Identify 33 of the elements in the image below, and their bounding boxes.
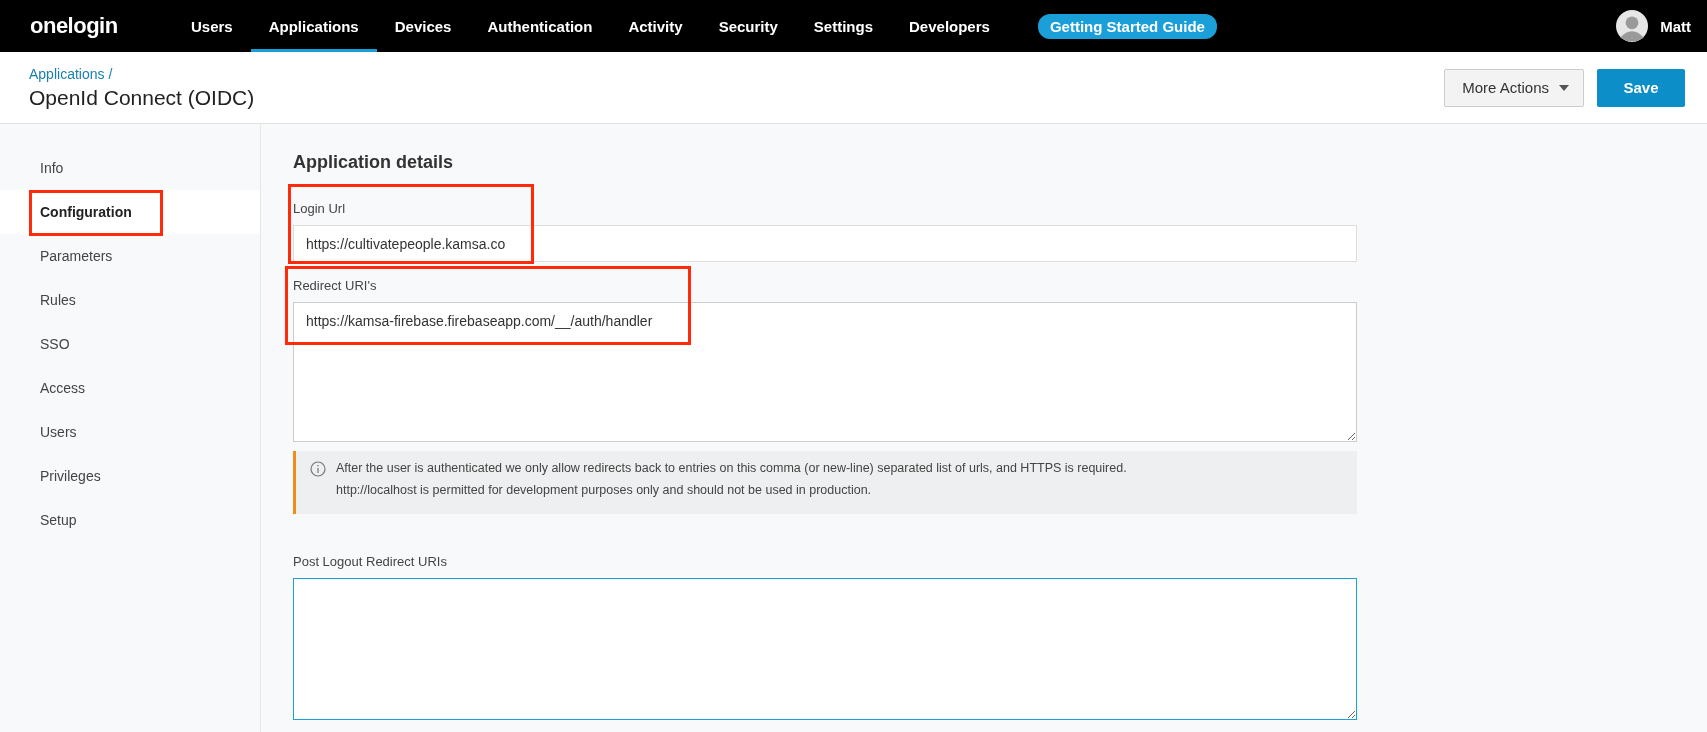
nav-tab[interactable]: Developers — [891, 0, 1008, 52]
note-text: After the user is authenticated we only allow redirects back to entries on this comma (or new-line) separated list of urls, and HTTPS is required. — [336, 461, 1127, 475]
section-title: Application details — [293, 152, 455, 173]
field-label: Redirect URI's — [293, 278, 378, 293]
avatar-icon[interactable] — [1616, 10, 1649, 42]
note-text: http://localhost is permitted for development purposes only and should not be used in production. — [336, 483, 873, 497]
sidebar-item[interactable]: Parameters — [0, 234, 260, 278]
caret-icon — [1559, 84, 1569, 91]
more-actions-button[interactable]: More Actions — [1444, 68, 1584, 107]
nav-tab[interactable]: Activity — [610, 0, 701, 52]
user-name[interactable]: Matt — [1660, 17, 1691, 35]
logo[interactable]: onelogin — [30, 13, 173, 39]
nav-tab[interactable]: Users — [173, 0, 251, 52]
nav-tab[interactable]: Settings — [795, 0, 891, 52]
sidebar-item[interactable]: Setup — [0, 498, 260, 542]
field-label: Post Logout Redirect URIs — [293, 554, 448, 569]
text-area[interactable]: https://kamsa-firebase.firebaseapp.com/__/auth/handler — [293, 302, 1357, 442]
sidebar-item[interactable]: Access — [0, 366, 260, 410]
breadcrumb-link[interactable]: Applications / — [29, 65, 255, 82]
sidebar-item[interactable]: Rules — [0, 278, 260, 322]
sidebar-item[interactable]: Privileges — [0, 454, 260, 498]
nav-tab[interactable]: Devices — [376, 0, 470, 52]
sidebar-item[interactable]: SSO — [0, 322, 260, 366]
input-field[interactable]: https://cultivatepeople.kamsa.co — [293, 225, 1357, 262]
nav-tab[interactable]: Security — [700, 0, 796, 52]
sidebar-item[interactable]: Users — [0, 410, 260, 454]
page-title: OpenId Connect (OIDC) — [29, 85, 255, 110]
info-icon — [310, 461, 326, 477]
save-button[interactable]: Save — [1597, 68, 1685, 107]
sidebar-item[interactable]: Info — [0, 146, 260, 190]
field-label: Login Url — [293, 201, 347, 216]
sidebar-item[interactable]: Configuration — [0, 190, 260, 234]
nav-tab[interactable]: Authentication — [469, 0, 611, 52]
